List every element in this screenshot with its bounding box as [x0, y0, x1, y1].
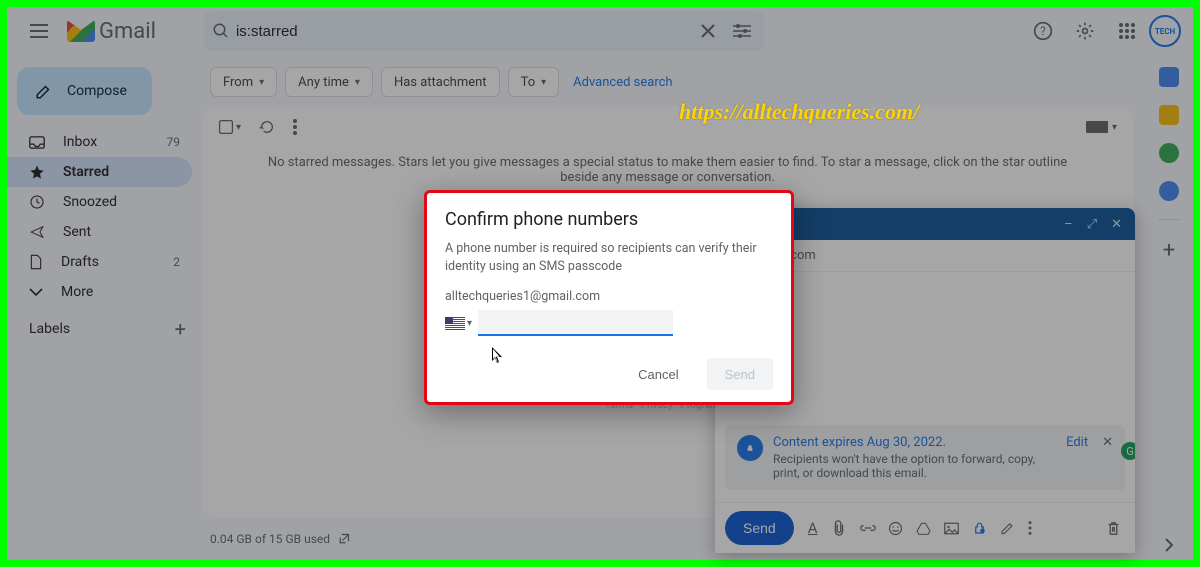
dialog-body: A phone number is required so recipients…: [445, 240, 773, 275]
dialog-send-button[interactable]: Send: [707, 358, 773, 390]
flag-us-icon: [445, 317, 465, 330]
mouse-cursor-icon: [492, 347, 504, 365]
chevron-down-icon: ▾: [467, 318, 472, 329]
dialog-recipient-email: alltechqueries1@gmail.com: [445, 289, 773, 304]
dialog-cancel-button[interactable]: Cancel: [620, 358, 696, 390]
confirm-phone-dialog: Confirm phone numbers A phone number is …: [424, 190, 794, 405]
watermark-text: https://alltechqueries.com/: [679, 99, 919, 125]
country-code-selector[interactable]: ▾: [445, 317, 472, 330]
dialog-title: Confirm phone numbers: [445, 209, 773, 230]
phone-number-input[interactable]: [478, 310, 673, 336]
